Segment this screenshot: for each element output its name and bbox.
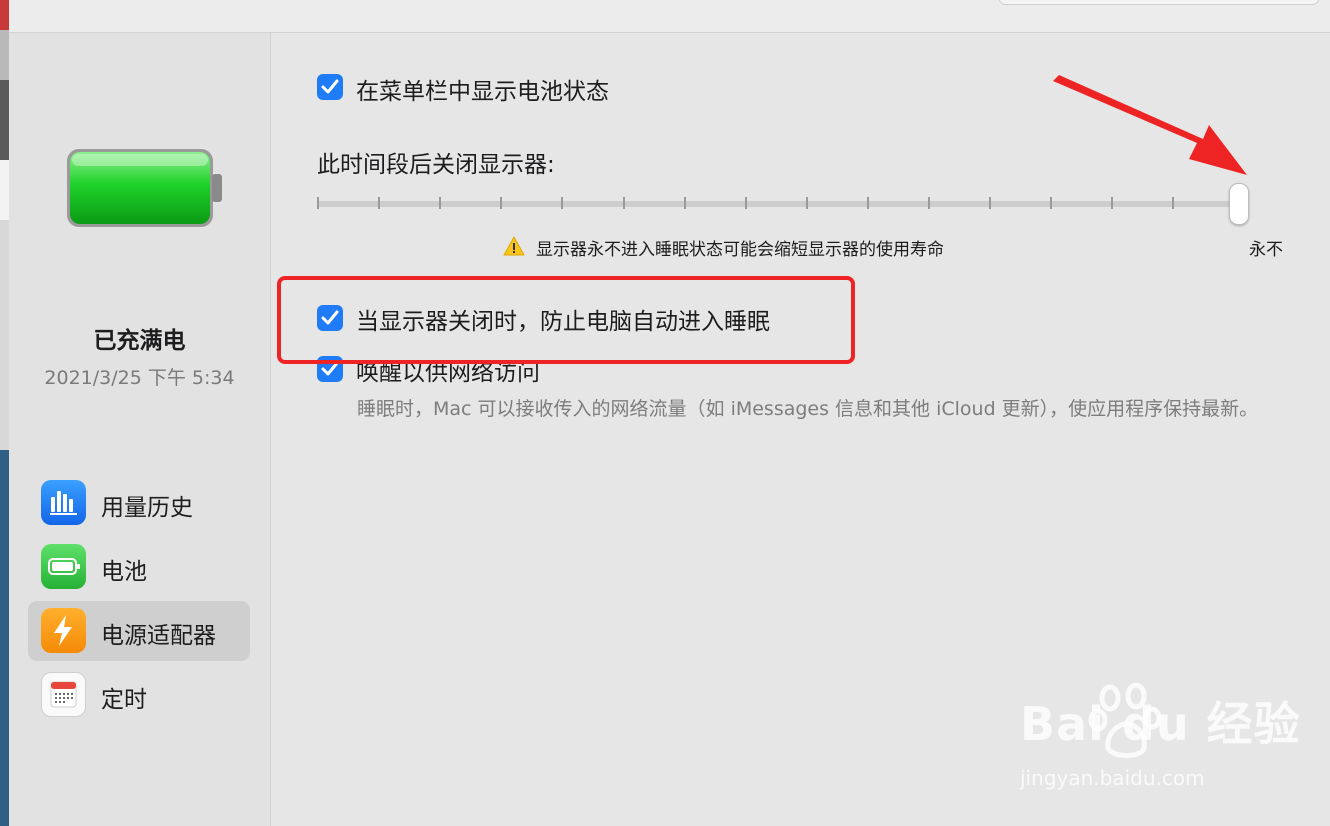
desktop-edge-segment <box>0 160 9 220</box>
desktop-edge-segment <box>0 220 9 450</box>
lightning-icon <box>41 608 86 653</box>
desktop-edge-segment <box>0 80 9 160</box>
battery-status-title: 已充满电 <box>93 328 186 354</box>
display-off-label: 此时间段后关闭显示器: <box>317 152 555 178</box>
sidebar-item-label: 定时 <box>101 687 147 713</box>
slider-tick <box>744 197 747 209</box>
slider-tick <box>683 197 686 209</box>
warning-icon <box>503 236 525 256</box>
slider-tick <box>317 197 319 209</box>
warning-text: 显示器永不进入睡眠状态可能会缩短显示器的使用寿命 <box>536 240 944 260</box>
sidebar-item-battery[interactable]: 电池 <box>28 537 250 597</box>
calendar-icon <box>41 672 86 717</box>
sidebar-item-power-adapter[interactable]: 电源适配器 <box>28 601 250 661</box>
sidebar-item-label: 电源适配器 <box>101 623 216 649</box>
battery-icon <box>41 544 86 589</box>
annotation-arrow-icon <box>1053 75 1247 175</box>
wake-network-description: 睡眠时，Mac 可以接收传入的网络流量（如 iMessages 信息和其他 iC… <box>357 398 1259 420</box>
slider-tick <box>378 197 381 209</box>
sidebar-item-label: 电池 <box>101 559 147 585</box>
search-field[interactable] <box>998 0 1320 5</box>
show-battery-status-label: 在菜单栏中显示电池状态 <box>356 79 609 105</box>
watermark-url: jingyan.baidu.com <box>1020 766 1205 790</box>
sidebar-item-usage-history[interactable]: 用量历史 <box>28 473 250 533</box>
slider-tick <box>1172 197 1175 209</box>
slider-tick <box>1111 197 1114 209</box>
sidebar-item-schedule[interactable]: 定时 <box>28 665 250 725</box>
slider-tick <box>1050 197 1053 209</box>
bar-chart-icon <box>41 480 86 525</box>
desktop-edge-segment <box>0 0 9 30</box>
annotation-highlight-box <box>277 276 855 364</box>
battery-status-icon <box>67 149 222 227</box>
slider-tick <box>805 197 808 209</box>
battery-status-date: 2021/3/25 下午 5:34 <box>44 367 235 389</box>
show-battery-status-checkbox[interactable] <box>317 74 343 100</box>
slider-tick <box>866 197 869 209</box>
desktop-edge <box>0 0 9 826</box>
sidebar: 已充满电 2021/3/25 下午 5:34 用量历史 电池 电源适配器 定时 <box>9 33 271 826</box>
slider-tick <box>439 197 442 209</box>
slider-never-label: 永不 <box>1249 240 1283 260</box>
baidu-paw-icon <box>1088 682 1162 758</box>
slider-tick <box>561 197 564 209</box>
window-top-bar <box>0 0 1330 33</box>
slider-tick <box>622 197 625 209</box>
slider-tick <box>989 197 992 209</box>
desktop-edge-segment <box>0 450 9 826</box>
sidebar-nav: 用量历史 电池 电源适配器 定时 <box>28 473 250 729</box>
slider-knob[interactable] <box>1229 183 1249 225</box>
slider-tick <box>500 197 503 209</box>
display-off-slider[interactable] <box>317 201 1239 207</box>
slider-tick <box>928 197 930 209</box>
sidebar-item-label: 用量历史 <box>101 495 193 521</box>
